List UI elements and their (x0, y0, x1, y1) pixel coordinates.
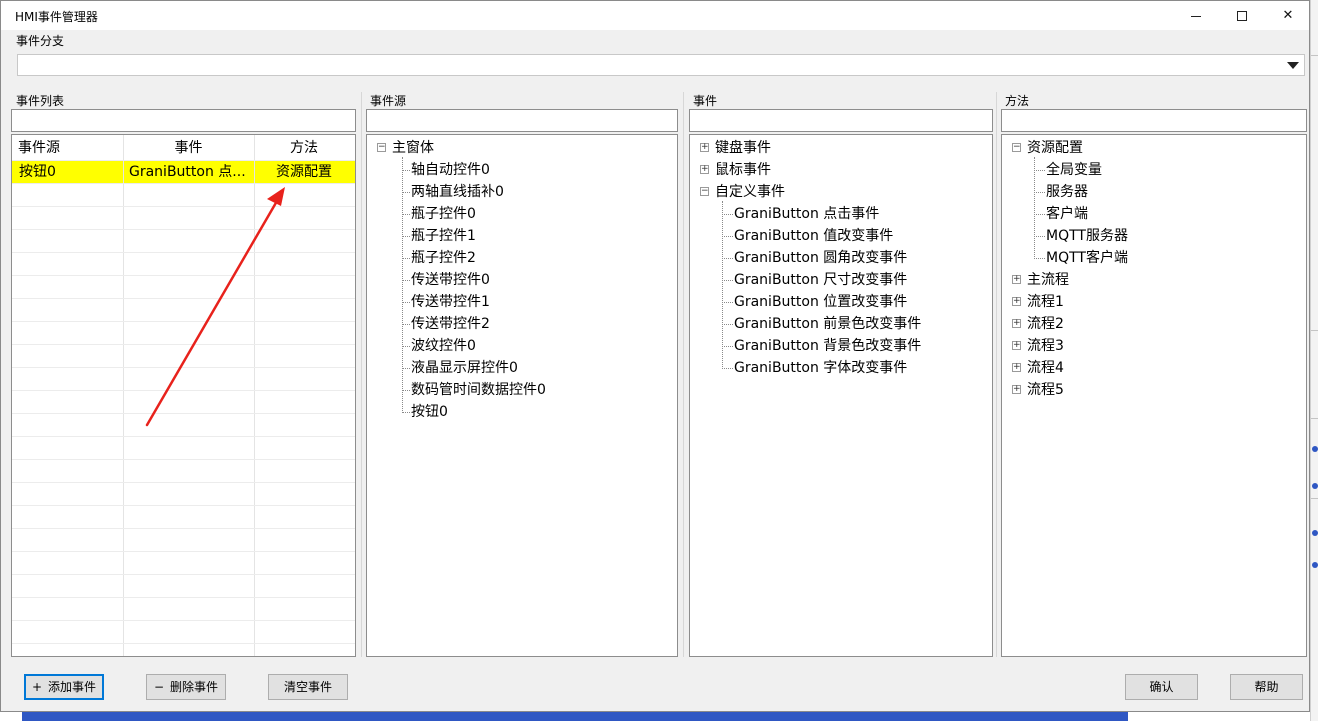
collapse-icon[interactable]: − (700, 187, 709, 196)
cell-method[interactable]: 资源配置 (254, 161, 354, 183)
tree-node-source[interactable]: 瓶子控件0 (411, 203, 476, 225)
clear-events-button[interactable]: 清空事件 (268, 674, 348, 700)
event-list-grid[interactable]: 事件源 事件 方法 按钮0 GraniButton 点... 资源配置 (11, 134, 356, 657)
background-app-strip (22, 712, 1128, 721)
tree-node-flow[interactable]: 流程4 (1027, 357, 1064, 379)
tree-node-source[interactable]: 按钮0 (411, 401, 448, 423)
expand-icon[interactable]: + (1012, 385, 1021, 394)
expand-icon[interactable]: + (700, 143, 709, 152)
event-source-tree[interactable]: − 主窗体 轴自动控件0 两轴直线插补0 瓶子控件0 瓶子控件1 瓶子控件2 传… (366, 134, 678, 657)
minimize-icon (1191, 16, 1201, 17)
help-button[interactable]: 帮助 (1230, 674, 1303, 700)
tree-node-source[interactable]: 两轴直线插补0 (411, 181, 504, 203)
cell-event[interactable]: GraniButton 点... (129, 161, 251, 183)
tree-node-flow[interactable]: 流程3 (1027, 335, 1064, 357)
close-button[interactable]: ✕ (1265, 1, 1311, 30)
tree-node-flow[interactable]: 流程5 (1027, 379, 1064, 401)
tree-node-source[interactable]: 瓶子控件2 (411, 247, 476, 269)
event-source-filter-input[interactable] (366, 109, 678, 132)
tree-node-flow[interactable]: 流程1 (1027, 291, 1064, 313)
expand-icon[interactable]: + (1012, 319, 1021, 328)
collapse-icon[interactable]: − (1012, 143, 1021, 152)
tree-node-event[interactable]: GraniButton 尺寸改变事件 (734, 269, 907, 291)
tree-node-source[interactable]: 数码管时间数据控件0 (411, 379, 546, 401)
tree-node-flow[interactable]: 主流程 (1027, 269, 1069, 291)
expand-icon[interactable]: + (1012, 341, 1021, 350)
branch-label: 事件分支 (16, 34, 65, 48)
tree-node-flow[interactable]: 流程2 (1027, 313, 1064, 335)
tree-node-mouse-events[interactable]: 鼠标事件 (715, 159, 771, 181)
minimize-button[interactable] (1173, 1, 1219, 30)
splitter-3[interactable] (996, 92, 997, 657)
splitter-1[interactable] (361, 92, 362, 657)
tree-node-resource[interactable]: 服务器 (1046, 181, 1088, 203)
events-filter-input[interactable] (689, 109, 993, 132)
column-header-event[interactable]: 事件 (123, 137, 254, 159)
plus-icon: + (31, 680, 43, 694)
confirm-label: 确认 (1149, 680, 1174, 694)
close-icon: ✕ (1282, 8, 1294, 23)
confirm-button[interactable]: 确认 (1125, 674, 1198, 700)
tree-node-custom-events[interactable]: 自定义事件 (715, 181, 785, 203)
expand-icon[interactable]: + (1012, 363, 1021, 372)
dropdown-arrow-icon[interactable] (1287, 62, 1299, 69)
window-title: HMI事件管理器 (15, 10, 98, 24)
add-event-label: 添加事件 (48, 680, 97, 694)
tree-node-event[interactable]: GraniButton 圆角改变事件 (734, 247, 907, 269)
tree-node-event[interactable]: GraniButton 值改变事件 (734, 225, 893, 247)
background-app-edge (1310, 0, 1318, 721)
branch-dropdown[interactable] (17, 54, 1305, 76)
maximize-button[interactable] (1219, 1, 1265, 30)
event-source-label: 事件源 (370, 94, 407, 108)
maximize-icon (1237, 10, 1247, 21)
help-label: 帮助 (1254, 680, 1279, 694)
delete-event-button[interactable]: − 删除事件 (146, 674, 226, 700)
methods-tree[interactable]: − 资源配置 全局变量 服务器 客户端 MQTT服务器 MQTT客户端 + 主流… (1001, 134, 1307, 657)
minus-icon: − (153, 680, 165, 694)
clear-events-label: 清空事件 (283, 680, 332, 694)
expand-icon[interactable]: + (700, 165, 709, 174)
tree-node-main-window[interactable]: 主窗体 (392, 137, 434, 159)
tree-node-source[interactable]: 传送带控件1 (411, 291, 490, 313)
tree-node-source[interactable]: 传送带控件0 (411, 269, 490, 291)
tree-node-source[interactable]: 瓶子控件1 (411, 225, 476, 247)
tree-node-event[interactable]: GraniButton 字体改变事件 (734, 357, 907, 379)
expand-icon[interactable]: + (1012, 275, 1021, 284)
events-label: 事件 (693, 94, 718, 108)
column-header-method[interactable]: 方法 (254, 137, 354, 159)
add-event-button[interactable]: + 添加事件 (24, 674, 104, 700)
tree-node-resource[interactable]: 全局变量 (1046, 159, 1102, 181)
tree-node-keyboard-events[interactable]: 键盘事件 (715, 137, 771, 159)
splitter-2[interactable] (683, 92, 684, 657)
methods-filter-input[interactable] (1001, 109, 1307, 132)
column-header-source[interactable]: 事件源 (18, 137, 60, 159)
tree-node-source[interactable]: 液晶显示屏控件0 (411, 357, 518, 379)
tree-node-resource-config[interactable]: 资源配置 (1027, 137, 1083, 159)
collapse-icon[interactable]: − (377, 143, 386, 152)
cell-source[interactable]: 按钮0 (19, 161, 56, 183)
events-tree[interactable]: + 键盘事件 + 鼠标事件 − 自定义事件 GraniButton 点击事件 G… (689, 134, 993, 657)
tree-node-event[interactable]: GraniButton 点击事件 (734, 203, 879, 225)
methods-label: 方法 (1005, 94, 1030, 108)
event-list-label: 事件列表 (16, 94, 65, 108)
tree-node-resource[interactable]: MQTT客户端 (1046, 247, 1128, 269)
tree-node-event[interactable]: GraniButton 背景色改变事件 (734, 335, 921, 357)
event-list-filter-input[interactable] (11, 109, 356, 132)
hmi-event-manager-dialog: HMI事件管理器 ✕ 事件分支 事件列表 事件源 事件 方法 按钮0 Grani… (0, 0, 1310, 712)
expand-icon[interactable]: + (1012, 297, 1021, 306)
tree-node-source[interactable]: 轴自动控件0 (411, 159, 490, 181)
tree-node-resource[interactable]: 客户端 (1046, 203, 1088, 225)
title-bar: HMI事件管理器 ✕ (1, 1, 1309, 30)
tree-node-source[interactable]: 波纹控件0 (411, 335, 476, 357)
tree-node-resource[interactable]: MQTT服务器 (1046, 225, 1128, 247)
tree-node-event[interactable]: GraniButton 位置改变事件 (734, 291, 907, 313)
tree-node-source[interactable]: 传送带控件2 (411, 313, 490, 335)
delete-event-label: 删除事件 (170, 680, 219, 694)
tree-node-event[interactable]: GraniButton 前景色改变事件 (734, 313, 921, 335)
